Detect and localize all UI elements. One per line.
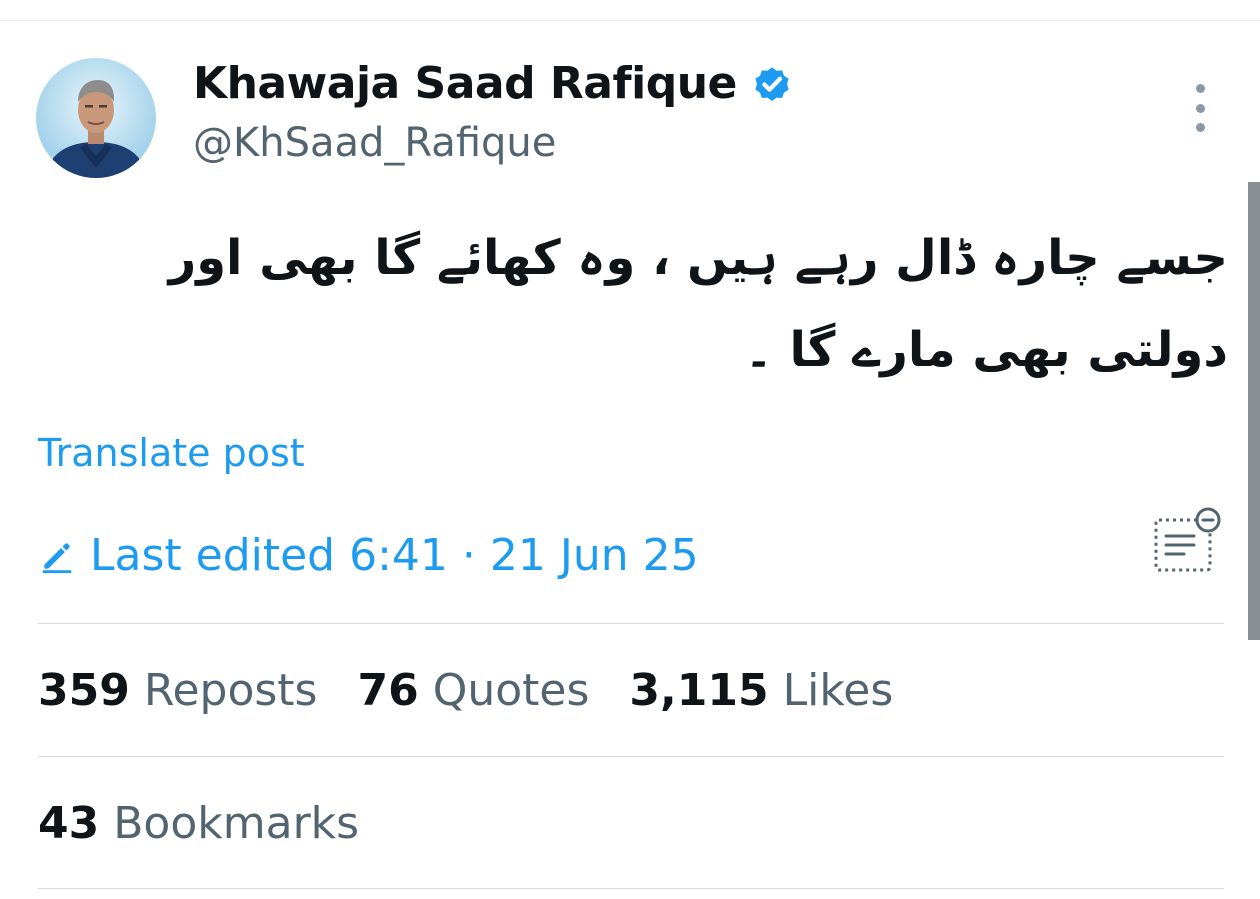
last-edited-text[interactable]: Last edited 6:41 · 21 Jun 25 <box>90 530 699 581</box>
bookmarks-count: 43 <box>38 798 100 849</box>
scrollbar[interactable] <box>1248 182 1260 640</box>
quotes-stat[interactable]: 76 Quotes <box>357 665 589 716</box>
author-name-text[interactable]: Khawaja Saad Rafique <box>193 58 737 109</box>
reposts-count: 359 <box>38 665 130 716</box>
author-display-name[interactable]: Khawaja Saad Rafique <box>193 58 793 109</box>
post-text: جسے چارہ ڈال رہے ہیں ، وہ کھائے گا بھی ا… <box>168 230 1228 378</box>
likes-count: 3,115 <box>629 665 769 716</box>
more-options-icon[interactable] <box>1186 84 1214 132</box>
likes-label: Likes <box>782 665 894 716</box>
divider <box>38 756 1224 757</box>
last-edited-link[interactable]: Last edited 6:41 · 21 Jun 25 <box>38 530 699 581</box>
author-handle[interactable]: @KhSaad_Rafique <box>193 120 556 166</box>
engagement-stats: 359 Reposts 76 Quotes 3,115 Likes <box>38 665 933 716</box>
divider <box>38 888 1224 889</box>
bookmarks-label: Bookmarks <box>113 798 360 849</box>
reposts-stat[interactable]: 359 Reposts <box>38 665 317 716</box>
reposts-label: Reposts <box>143 665 318 716</box>
divider <box>38 623 1224 624</box>
pencil-icon <box>38 537 76 575</box>
top-divider <box>0 20 1260 21</box>
translate-post-link[interactable]: Translate post <box>38 431 305 475</box>
avatar[interactable] <box>36 58 156 178</box>
quotes-label: Quotes <box>432 665 590 716</box>
verified-badge-icon[interactable] <box>751 63 793 105</box>
edit-history-icon[interactable] <box>1150 506 1222 576</box>
likes-stat[interactable]: 3,115 Likes <box>629 665 893 716</box>
quotes-count: 76 <box>357 665 419 716</box>
bookmarks-stat[interactable]: 43 Bookmarks <box>38 798 359 849</box>
